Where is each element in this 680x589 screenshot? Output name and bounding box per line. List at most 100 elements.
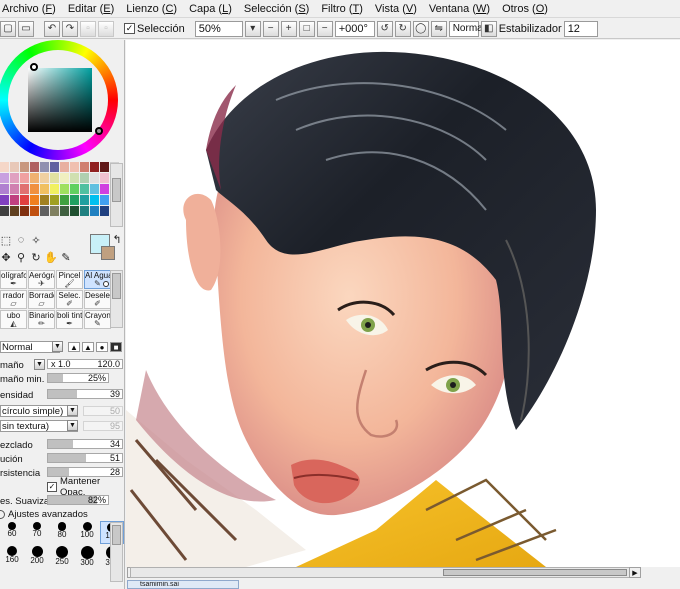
color-swatch[interactable] <box>30 206 39 216</box>
color-swatch[interactable] <box>50 206 59 216</box>
blend-button[interactable]: ◧ <box>480 20 497 37</box>
brush-size-preset[interactable]: 70 <box>25 521 49 544</box>
size-multiplier-arrow[interactable]: ▼ <box>34 359 45 370</box>
rotate-left-button[interactable]: − <box>316 20 333 37</box>
color-swatch[interactable] <box>30 184 39 194</box>
color-swatch[interactable] <box>10 195 19 205</box>
move-icon[interactable]: ✥ <box>0 251 12 264</box>
swap-colors-icon[interactable]: ↰ <box>111 233 123 246</box>
color-swatch[interactable] <box>10 184 19 194</box>
color-swatch[interactable] <box>70 195 79 205</box>
zoom-in-button[interactable]: + <box>280 20 297 37</box>
rotate-cw-button[interactable]: ↻ <box>394 20 411 37</box>
brush-scrollbar[interactable] <box>110 270 123 328</box>
brush-tool[interactable]: rrador ▱ <box>0 290 27 309</box>
rect-select-icon[interactable]: ⬚ <box>0 234 12 247</box>
hand-icon[interactable]: ✋ <box>44 251 58 264</box>
color-swatch[interactable] <box>20 162 29 172</box>
zoom-dropdown-arrow[interactable]: ▾ <box>244 20 261 37</box>
brush-tool[interactable]: Al Agua ✎ <box>84 270 111 289</box>
brush-tool[interactable]: Binario ✏ <box>28 310 55 329</box>
color-swatch[interactable] <box>40 195 49 205</box>
keep-opacity-checkbox[interactable]: ✓ <box>47 482 57 492</box>
menu-item-4[interactable]: Selección (S) <box>242 3 319 15</box>
lasso-icon[interactable]: ◌ <box>15 234 27 246</box>
color-swatch[interactable] <box>80 184 89 194</box>
color-swatch[interactable] <box>10 173 19 183</box>
brush-size-preset[interactable]: 300 <box>75 545 99 568</box>
blend-mode-dropdown[interactable]: Normal <box>0 341 60 353</box>
color-swatch[interactable] <box>50 184 59 194</box>
zoom-reset-button[interactable]: □ <box>298 20 315 37</box>
color-swatch[interactable] <box>100 162 109 172</box>
brush-tool[interactable]: olígrafc ✒ <box>0 270 27 289</box>
color-swatch[interactable] <box>60 195 69 205</box>
menu-item-5[interactable]: Filtro (T) <box>319 3 373 15</box>
color-swatch[interactable] <box>60 184 69 194</box>
color-swatch[interactable] <box>100 184 109 194</box>
eyedropper-icon[interactable]: ✎ <box>60 251 72 264</box>
brush-tool[interactable]: Selec. ✐ <box>56 290 83 309</box>
smoothing-slider[interactable]: 82% <box>47 495 109 505</box>
deselect-button[interactable]: ▭ <box>18 20 34 37</box>
transform-button[interactable]: ▫ <box>98 20 114 37</box>
swatch-scrollbar[interactable] <box>110 163 123 227</box>
rotate-icon[interactable]: ↻ <box>30 251 42 264</box>
scroll-right-icon[interactable]: ▶ <box>629 567 641 578</box>
color-swatch[interactable] <box>0 184 9 194</box>
flip-button[interactable]: ⇋ <box>430 20 447 37</box>
color-swatch[interactable] <box>80 173 89 183</box>
brush-tool[interactable]: Aerógraf✈ <box>28 270 55 289</box>
blend-mode-field[interactable]: Normal <box>448 20 485 37</box>
color-swatch[interactable] <box>60 206 69 216</box>
brush-tool[interactable]: boli tinta✒ <box>56 310 83 329</box>
color-swatch[interactable] <box>20 173 29 183</box>
menu-item-3[interactable]: Capa (L) <box>187 3 242 15</box>
menu-item-0[interactable]: Archivo (F) <box>0 3 66 15</box>
presets-scrollbar[interactable] <box>110 522 123 582</box>
color-swatch[interactable] <box>40 173 49 183</box>
select-all-button[interactable]: ▢ <box>0 20 16 37</box>
color-swatch[interactable] <box>100 173 109 183</box>
brush-tool[interactable]: Pincel 🖌 <box>56 270 83 289</box>
menu-item-1[interactable]: Editar (E) <box>66 3 124 15</box>
brush-size-preset[interactable]: 80 <box>50 521 74 544</box>
tip-soft-icon[interactable]: ● <box>96 342 108 352</box>
zoom-out-button[interactable]: − <box>262 20 279 37</box>
clear-button[interactable]: ▫ <box>80 20 96 37</box>
color-swatch[interactable] <box>70 173 79 183</box>
rotate-reset-button[interactable]: ◯ <box>412 20 429 37</box>
color-swatch[interactable] <box>80 206 89 216</box>
saturation-value-square[interactable] <box>28 68 92 132</box>
undo-button[interactable]: ↶ <box>44 20 60 37</box>
color-swatch[interactable] <box>70 206 79 216</box>
color-swatch[interactable] <box>90 184 99 194</box>
color-swatch[interactable] <box>0 206 9 216</box>
menu-item-2[interactable]: Lienzo (C) <box>124 3 187 15</box>
brush-tool[interactable]: Deselec.✐ <box>84 290 111 309</box>
canvas-horizontal-scrollbar[interactable] <box>130 567 630 578</box>
brush-tool[interactable]: Borrador▱ <box>28 290 55 309</box>
brush-size-preset[interactable]: 60 <box>0 521 24 544</box>
brush-size-preset[interactable]: 200 <box>25 545 49 568</box>
texture-strength-slider[interactable]: 95 <box>83 421 123 431</box>
color-swatch[interactable] <box>60 173 69 183</box>
stabilizer-field[interactable]: 12 <box>563 20 598 37</box>
canvas[interactable] <box>126 40 680 567</box>
brush-size-preset[interactable]: 160 <box>0 545 24 568</box>
color-swatch[interactable] <box>100 206 109 216</box>
color-swatch[interactable] <box>50 162 59 172</box>
color-swatch[interactable] <box>40 206 49 216</box>
color-swatch[interactable] <box>40 184 49 194</box>
size-slider[interactable]: x 1.0 120.0 <box>47 359 123 369</box>
tip-medium-icon[interactable]: ▲ <box>82 342 94 352</box>
hue-marker[interactable] <box>30 63 38 71</box>
color-swatch[interactable] <box>50 195 59 205</box>
color-swatch[interactable] <box>40 162 49 172</box>
color-swatch[interactable] <box>90 173 99 183</box>
color-swatch[interactable] <box>90 195 99 205</box>
color-swatch[interactable] <box>70 184 79 194</box>
tip-flat-icon[interactable]: ■ <box>110 342 122 352</box>
tip-sharp-icon[interactable]: ▲ <box>68 342 80 352</box>
color-swatch[interactable] <box>30 162 39 172</box>
